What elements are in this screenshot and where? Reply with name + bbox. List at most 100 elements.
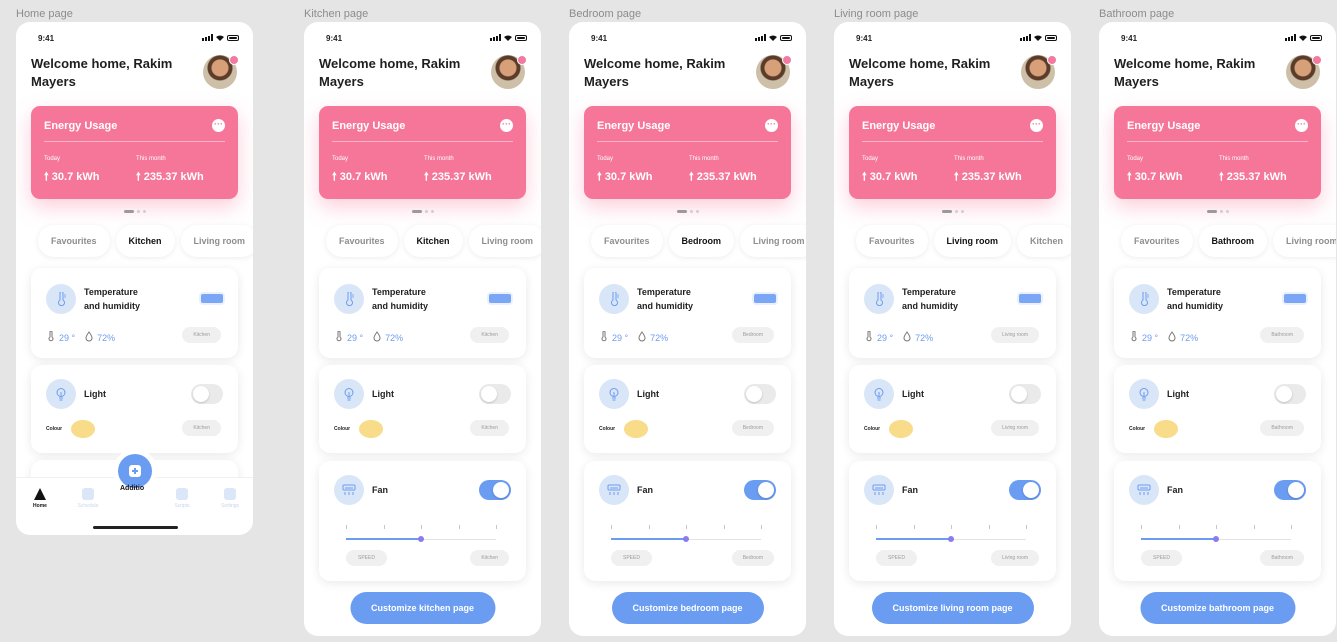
slider-thumb[interactable] [1213, 536, 1219, 542]
tab[interactable]: Kitchen [403, 225, 463, 257]
colour-swatch[interactable] [624, 420, 648, 438]
add-button[interactable] [118, 454, 152, 488]
tab[interactable]: Kitchen [115, 225, 175, 257]
avatar[interactable] [491, 55, 527, 89]
light-card[interactable]: Light Colour Bathroom [1114, 365, 1321, 453]
temperature-card[interactable]: Temperature and humidity 29 ° 72% Kitche… [31, 268, 238, 358]
signal-icon [1020, 34, 1031, 41]
tab[interactable]: Bedroom [668, 225, 735, 257]
room-chip[interactable]: Kitchen [182, 327, 221, 343]
slider-thumb[interactable] [948, 536, 954, 542]
fan-toggle[interactable] [1274, 480, 1306, 500]
tab[interactable]: Favourites [591, 225, 663, 257]
more-icon[interactable]: ··· [500, 119, 513, 132]
more-icon[interactable]: ··· [1295, 119, 1308, 132]
droplet-icon [373, 331, 381, 344]
temperature-card[interactable]: Temperature and humidity 29 ° 72% Kitche… [319, 268, 526, 358]
more-icon[interactable]: ··· [765, 119, 778, 132]
fan-toggle[interactable] [479, 480, 511, 500]
customize-page-button[interactable]: Customize living room page [871, 592, 1034, 624]
tab[interactable]: Kitchen [1017, 225, 1071, 257]
energy-usage-card[interactable]: Energy Usage ··· Today This month 🠕 30.7… [319, 106, 526, 199]
light-toggle[interactable] [191, 384, 223, 404]
speed-slider[interactable] [1141, 534, 1291, 544]
room-chip[interactable]: Living room [991, 550, 1039, 566]
temperature-card[interactable]: Temperature and humidity 29 ° 72% Living… [849, 268, 1056, 358]
colour-swatch[interactable] [889, 420, 913, 438]
humidity-value: 72% [385, 332, 404, 343]
nav-settings[interactable]: Settings [215, 488, 245, 509]
energy-usage-card[interactable]: Energy Usage ··· Today This month 🠕 30.7… [849, 106, 1056, 199]
fan-card[interactable]: Fan SPEED Living room [849, 461, 1056, 581]
customize-page-button[interactable]: Customize kitchen page [349, 592, 496, 624]
humidity-value: 72% [97, 332, 116, 343]
colour-swatch[interactable] [1154, 420, 1178, 438]
tab[interactable]: Bathroom [1198, 225, 1268, 257]
tab[interactable]: Living room [468, 225, 541, 257]
fan-toggle[interactable] [744, 480, 776, 500]
tab[interactable]: Favourites [38, 225, 110, 257]
fan-toggle[interactable] [1009, 480, 1041, 500]
speed-slider[interactable] [346, 534, 496, 544]
tab[interactable]: Favourites [1121, 225, 1193, 257]
fan-card[interactable]: Fan SPEED Bedroom [584, 461, 791, 581]
speed-slider[interactable] [876, 534, 1026, 544]
temperature-card[interactable]: Temperature and humidity 29 ° 72% Bedroo… [584, 268, 791, 358]
room-tabs: Favourites Bedroom Living room [591, 225, 806, 257]
room-chip[interactable]: Kitchen [470, 327, 509, 343]
avatar[interactable] [203, 55, 239, 89]
colour-swatch[interactable] [359, 420, 383, 438]
room-chip[interactable]: Kitchen [182, 420, 221, 436]
customize-page-button[interactable]: Customize bathroom page [1139, 592, 1296, 624]
avatar[interactable] [1286, 55, 1322, 89]
light-toggle[interactable] [1274, 384, 1306, 404]
temp-readout: 29 ° 72% [601, 330, 668, 344]
tab[interactable]: Favourites [856, 225, 928, 257]
room-chip[interactable]: Bedroom [731, 550, 774, 566]
energy-usage-card[interactable]: Energy Usage ··· Today This month 🠕 30.7… [584, 106, 791, 199]
more-icon[interactable]: ··· [1030, 119, 1043, 132]
tab[interactable]: Favourites [326, 225, 398, 257]
nav-home[interactable]: Home [25, 488, 55, 509]
status-bar: 9:41 [16, 34, 253, 44]
room-chip[interactable]: Living room [991, 420, 1039, 436]
more-icon[interactable]: ··· [212, 119, 225, 132]
nav-schedule[interactable]: Schedule [73, 488, 103, 509]
colour-swatch[interactable] [71, 420, 95, 438]
fan-card[interactable]: Fan SPEED Bathroom [1114, 461, 1321, 581]
room-chip[interactable]: Bedroom [731, 327, 774, 343]
energy-title: Energy Usage [1127, 120, 1201, 132]
temp-value: 29 ° [59, 332, 76, 343]
avatar[interactable] [756, 55, 792, 89]
light-toggle[interactable] [744, 384, 776, 404]
room-chip[interactable]: Living room [991, 327, 1039, 343]
light-card[interactable]: Light Colour Kitchen [319, 365, 526, 453]
tab[interactable]: Living room [180, 225, 253, 257]
room-chip[interactable]: Kitchen [470, 550, 509, 566]
light-toggle[interactable] [1009, 384, 1041, 404]
fan-card[interactable]: Fan SPEED Kitchen [319, 461, 526, 581]
humidity-value: 72% [1180, 332, 1199, 343]
room-chip[interactable]: Bathroom [1260, 550, 1304, 566]
room-chip[interactable]: Kitchen [470, 420, 509, 436]
room-chip[interactable]: Bathroom [1260, 420, 1304, 436]
energy-usage-card[interactable]: Energy Usage ··· Today This month 🠕 30.7… [1114, 106, 1321, 199]
room-chip[interactable]: Bedroom [731, 420, 774, 436]
avatar[interactable] [1021, 55, 1057, 89]
home-icon [34, 488, 46, 500]
tab[interactable]: Living room [1273, 225, 1336, 257]
customize-page-button[interactable]: Customize bedroom page [611, 592, 764, 624]
tab[interactable]: Living room [740, 225, 806, 257]
nav-scripts[interactable]: Scripts [167, 488, 197, 509]
tab[interactable]: Living room [933, 225, 1012, 257]
light-card[interactable]: Light Colour Kitchen [31, 365, 238, 453]
light-card[interactable]: Light Colour Bedroom [584, 365, 791, 453]
energy-usage-card[interactable]: Energy Usage ··· Today This month 🠕 30.7… [31, 106, 238, 199]
temperature-card[interactable]: Temperature and humidity 29 ° 72% Bathro… [1114, 268, 1321, 358]
light-card[interactable]: Light Colour Living room [849, 365, 1056, 453]
slider-thumb[interactable] [683, 536, 689, 542]
speed-slider[interactable] [611, 534, 761, 544]
room-chip[interactable]: Bathroom [1260, 327, 1304, 343]
light-toggle[interactable] [479, 384, 511, 404]
slider-thumb[interactable] [418, 536, 424, 542]
